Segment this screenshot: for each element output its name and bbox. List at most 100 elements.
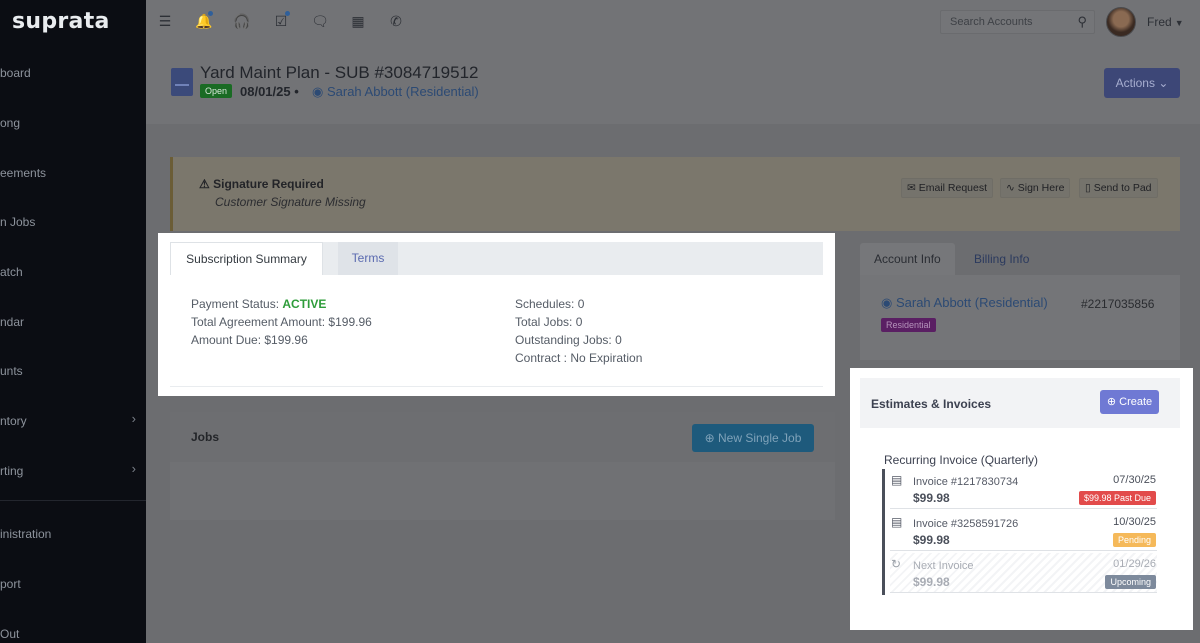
menu-icon[interactable]: ☰ xyxy=(156,12,174,30)
chevron-right-icon: › xyxy=(131,414,136,426)
next-invoice-row: ↻ Next Invoice $99.98 01/29/26 Upcoming xyxy=(890,553,1157,593)
notification-dot xyxy=(208,11,213,16)
contract: Contract : No Expiration xyxy=(515,351,643,365)
task-dot xyxy=(285,11,290,16)
invoice-label: Next Invoice xyxy=(913,560,974,572)
invoice-amount: $99.98 xyxy=(913,491,950,505)
invoice-amount: $99.98 xyxy=(913,575,950,589)
subscription-body: Payment Status: ACTIVE Total Agreement A… xyxy=(170,275,823,387)
account-number: #2217035856 xyxy=(1081,297,1155,311)
account-name-link[interactable]: ◉ Sarah Abbott (Residential) xyxy=(881,295,1048,311)
invoice-status-badge: Upcoming xyxy=(1105,575,1156,589)
residential-badge: Residential xyxy=(881,318,936,332)
tab-billing-info[interactable]: Billing Info xyxy=(960,243,1043,275)
invoice-file-icon: ▤ xyxy=(891,515,903,529)
sidebar-item[interactable]: ndar xyxy=(0,315,146,335)
sidebar-item[interactable]: rting › xyxy=(0,464,146,484)
calculator-icon[interactable]: ▦ xyxy=(349,12,367,30)
user-name: Fred xyxy=(1147,15,1172,29)
plus-circle-icon: ⊕ xyxy=(704,431,715,445)
subscription-summary-panel: Subscription Summary Terms Payment Statu… xyxy=(158,233,835,396)
sidebar-item[interactable]: Out xyxy=(0,627,146,643)
envelope-icon: ✉ xyxy=(907,182,916,194)
chevron-down-icon: ▼ xyxy=(1174,18,1184,28)
schedules: Schedules: 0 xyxy=(515,297,585,311)
signature-alert: ⚠ Signature Required Customer Signature … xyxy=(170,157,1180,231)
sidebar: suprata board ong eements n Jobs atch ndar unt… xyxy=(0,0,146,643)
sidebar-item[interactable]: eements xyxy=(0,166,146,186)
sidebar-item[interactable]: inistration xyxy=(0,527,146,547)
sidebar-item[interactable]: port xyxy=(0,577,146,597)
payment-status: Payment Status: ACTIVE xyxy=(191,297,327,311)
sidebar-item[interactable]: board xyxy=(0,66,146,86)
signature-icon: ∿ xyxy=(1006,182,1015,194)
sidebar-item-label: ndar xyxy=(0,315,25,329)
headset-icon[interactable]: 🎧 xyxy=(233,12,251,30)
avatar[interactable] xyxy=(1106,7,1136,37)
tab-subscription-summary[interactable]: Subscription Summary xyxy=(170,242,323,275)
sidebar-item-label: port xyxy=(0,577,21,591)
brand-logo: suprata xyxy=(12,9,110,34)
subscription-tabs: Subscription Summary Terms xyxy=(170,242,823,275)
sidebar-item[interactable]: ntory › xyxy=(0,414,146,434)
sidebar-item[interactable]: atch xyxy=(0,265,146,285)
warning-icon: ⚠ xyxy=(199,177,210,191)
chevron-right-icon: › xyxy=(131,464,136,476)
phone-icon[interactable]: ✆ xyxy=(387,12,405,30)
user-circle-icon: ◉ xyxy=(881,295,893,310)
account-link[interactable]: ◉ Sarah Abbott (Residential) xyxy=(312,84,479,100)
sidebar-item[interactable]: ong xyxy=(0,116,146,136)
invoice-label: Invoice #3258591726 xyxy=(913,518,1019,530)
status-badge: Open xyxy=(200,84,233,98)
plus-circle-icon: ⊕ xyxy=(1106,396,1117,408)
account-tabs: Account Info Billing Info xyxy=(860,243,1180,275)
sidebar-item-label: eements xyxy=(0,166,47,180)
alert-subtitle: Customer Signature Missing xyxy=(215,195,366,209)
timeline-bar xyxy=(882,469,885,595)
invoice-status-badge: $99.98 Past Due xyxy=(1078,491,1156,505)
sidebar-item-label: ntory xyxy=(0,414,27,428)
outstanding-jobs: Outstanding Jobs: 0 xyxy=(515,333,622,347)
sidebar-item-label: board xyxy=(0,66,31,80)
alert-title: ⚠ Signature Required xyxy=(199,177,324,191)
sidebar-item-label: unts xyxy=(0,364,23,378)
tab-terms[interactable]: Terms xyxy=(338,242,398,275)
sign-here-button[interactable]: ∿ Sign Here xyxy=(1000,178,1071,198)
invoice-row[interactable]: ▤ Invoice #1217830734 $99.98 07/30/25 $99.98… xyxy=(890,469,1157,509)
sidebar-item-label: Out xyxy=(0,627,20,641)
sidebar-item-label: rting xyxy=(0,464,24,478)
user-menu[interactable]: Fred ▼ xyxy=(1147,15,1184,29)
sidebar-item-label: ong xyxy=(0,116,21,130)
header-date: 08/01/25 • xyxy=(240,84,299,99)
sidebar-item-label: atch xyxy=(0,265,23,279)
sidebar-item[interactable]: unts xyxy=(0,364,146,384)
send-to-pad-button[interactable]: ▯ Send to Pad xyxy=(1079,178,1158,198)
sidebar-item[interactable]: n Jobs xyxy=(0,215,146,235)
new-single-job-button[interactable]: ⊕ New Single Job xyxy=(692,424,814,452)
create-button[interactable]: ⊕ Create xyxy=(1100,390,1159,414)
refresh-icon: ↻ xyxy=(891,557,902,571)
invoice-file-icon: ▤ xyxy=(891,473,903,487)
invoice-date: 07/30/25 xyxy=(1113,474,1156,486)
invoice-row[interactable]: ▤ Invoice #3258591726 $99.98 10/30/25 Pendin… xyxy=(890,511,1157,551)
page-header xyxy=(146,44,1200,124)
tab-account-info[interactable]: Account Info xyxy=(860,243,955,275)
total-jobs: Total Jobs: 0 xyxy=(515,315,583,329)
search-accounts-input[interactable]: Search Accounts ⚲ xyxy=(940,10,1095,34)
estimates-invoices-panel: Estimates & Invoices ⊕ Create Recurring … xyxy=(850,368,1193,630)
search-icon[interactable]: ⚲ xyxy=(1077,14,1087,30)
document-icon xyxy=(171,68,193,96)
email-request-button[interactable]: ✉ Email Request xyxy=(901,178,994,198)
user-circle-icon: ◉ xyxy=(312,84,324,99)
invoice-amount: $99.98 xyxy=(913,533,950,547)
sidebar-item-label: inistration xyxy=(0,527,52,541)
invoice-status-badge: Pending xyxy=(1112,533,1156,547)
recurring-invoice-title: Recurring Invoice (Quarterly) xyxy=(884,453,1039,467)
invoice-date: 10/30/25 xyxy=(1113,516,1156,528)
sidebar-divider xyxy=(0,500,146,501)
chat-icon[interactable]: 🗨 xyxy=(311,12,329,30)
sidebar-item-label: n Jobs xyxy=(0,215,36,229)
actions-button[interactable]: Actions ⌄ xyxy=(1104,68,1180,98)
total-agreement-amount: Total Agreement Amount: $199.96 xyxy=(191,315,372,329)
invoice-label: Invoice #1217830734 xyxy=(913,476,1019,488)
